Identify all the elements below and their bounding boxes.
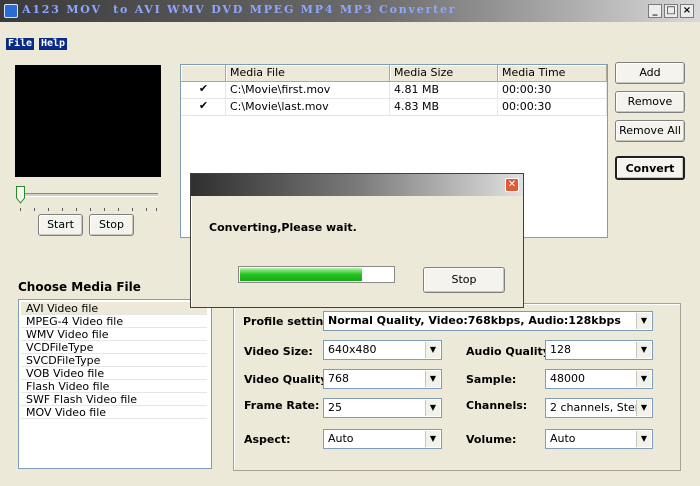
- list-item-avi[interactable]: AVI Video file: [21, 302, 207, 315]
- cell-file: C:\Movie\first.mov: [226, 82, 390, 98]
- chevron-down-icon[interactable]: ▼: [425, 342, 440, 358]
- remove-all-button[interactable]: Remove All: [615, 120, 685, 142]
- volume-label: Volume:: [466, 433, 517, 446]
- list-item-vob[interactable]: VOB Video file: [21, 367, 207, 380]
- slider-tick: [20, 208, 21, 211]
- column-header-size[interactable]: Media Size: [390, 65, 498, 82]
- list-item-flash[interactable]: Flash Video file: [21, 380, 207, 393]
- progress-fill: [240, 268, 362, 281]
- slider-tick: [156, 208, 157, 211]
- aspect-select[interactable]: Auto ▼: [323, 429, 442, 449]
- sample-value: 48000: [550, 372, 585, 385]
- video-quality-value: 768: [328, 372, 349, 385]
- channels-select[interactable]: 2 channels, Ster ▼: [545, 398, 653, 418]
- app-icon: [4, 4, 18, 18]
- close-icon[interactable]: ✕: [505, 178, 519, 192]
- cell-size: 4.83 MB: [390, 99, 498, 115]
- choose-media-label: Choose Media File: [18, 280, 141, 294]
- sample-label: Sample:: [466, 373, 517, 386]
- slider-tick: [132, 208, 133, 211]
- channels-value: 2 channels, Ster: [550, 401, 638, 414]
- slider-tick: [48, 208, 49, 211]
- profile-select[interactable]: Normal Quality, Video:768kbps, Audio:128…: [323, 311, 653, 331]
- row-checkbox[interactable]: ✔: [197, 100, 210, 113]
- row-checkbox[interactable]: ✔: [197, 83, 210, 96]
- video-quality-select[interactable]: 768 ▼: [323, 369, 442, 389]
- audio-quality-label: Audio Quality:: [466, 345, 555, 358]
- audio-quality-select[interactable]: 128 ▼: [545, 340, 653, 360]
- cell-time: 00:00:30: [498, 99, 607, 115]
- sample-select[interactable]: 48000 ▼: [545, 369, 653, 389]
- seek-slider-track[interactable]: [18, 193, 158, 197]
- seek-slider-thumb[interactable]: [16, 186, 25, 204]
- row-check-cell: ✔: [181, 99, 226, 115]
- add-button[interactable]: Add: [615, 62, 685, 84]
- chevron-down-icon[interactable]: ▼: [636, 313, 651, 329]
- video-size-label: Video Size:: [244, 345, 313, 358]
- window-title: A123 MOV to AVI WMV DVD MPEG MP4 MP3 Con…: [22, 3, 457, 16]
- dialog-message: Converting,Please wait.: [209, 221, 357, 234]
- column-header-file[interactable]: Media File: [226, 65, 390, 82]
- cell-time: 00:00:30: [498, 82, 607, 98]
- table-row[interactable]: ✔ C:\Movie\first.mov 4.81 MB 00:00:30: [181, 82, 607, 99]
- slider-tick: [118, 208, 119, 211]
- close-button[interactable]: ×: [680, 4, 694, 18]
- media-type-list[interactable]: AVI Video file MPEG-4 Video file WMV Vid…: [18, 299, 212, 469]
- table-row[interactable]: ✔ C:\Movie\last.mov 4.83 MB 00:00:30: [181, 99, 607, 116]
- list-item-vcd[interactable]: VCDFileType: [21, 341, 207, 354]
- column-header-time[interactable]: Media Time: [498, 65, 607, 82]
- list-item-mov[interactable]: MOV Video file: [21, 406, 207, 419]
- start-button[interactable]: Start: [38, 214, 83, 236]
- convert-button[interactable]: Convert: [615, 156, 685, 180]
- aspect-label: Aspect:: [244, 433, 291, 446]
- chevron-down-icon[interactable]: ▼: [636, 371, 651, 387]
- video-size-select[interactable]: 640x480 ▼: [323, 340, 442, 360]
- list-item-svcd[interactable]: SVCDFileType: [21, 354, 207, 367]
- chevron-down-icon[interactable]: ▼: [636, 431, 651, 447]
- menu-help[interactable]: Help: [39, 38, 68, 50]
- slider-tick: [76, 208, 77, 211]
- slider-tick: [34, 208, 35, 211]
- stop-preview-button[interactable]: Stop: [89, 214, 134, 236]
- chevron-down-icon[interactable]: ▼: [636, 400, 651, 416]
- list-item-mpeg4[interactable]: MPEG-4 Video file: [21, 315, 207, 328]
- slider-tick: [104, 208, 105, 211]
- profile-label: Profile setting:: [243, 315, 336, 328]
- slider-tick: [90, 208, 91, 211]
- cell-file: C:\Movie\last.mov: [226, 99, 390, 115]
- list-item-swf[interactable]: SWF Flash Video file: [21, 393, 207, 406]
- list-item-wmv[interactable]: WMV Video file: [21, 328, 207, 341]
- progress-bar: [238, 266, 395, 283]
- frame-rate-select[interactable]: 25 ▼: [323, 398, 442, 418]
- row-check-cell: ✔: [181, 82, 226, 98]
- frame-rate-value: 25: [328, 401, 342, 414]
- minimize-button[interactable]: _: [648, 4, 662, 18]
- slider-tick: [146, 208, 147, 211]
- menu-file[interactable]: File: [6, 38, 35, 50]
- frame-rate-label: Frame Rate:: [244, 399, 320, 412]
- video-quality-label: Video Quality:: [244, 373, 332, 386]
- menu-bar: [0, 36, 700, 52]
- remove-button[interactable]: Remove: [615, 91, 685, 113]
- video-preview: [15, 65, 161, 177]
- volume-select[interactable]: Auto ▼: [545, 429, 653, 449]
- channels-label: Channels:: [466, 399, 528, 412]
- video-size-value: 640x480: [328, 343, 377, 356]
- volume-value: Auto: [550, 432, 576, 445]
- aspect-value: Auto: [328, 432, 354, 445]
- progress-dialog: ✕ Converting,Please wait. Stop: [190, 173, 524, 308]
- cell-size: 4.81 MB: [390, 82, 498, 98]
- audio-quality-value: 128: [550, 343, 571, 356]
- column-header-check[interactable]: [181, 65, 226, 82]
- dialog-title-bar[interactable]: [191, 174, 523, 196]
- chevron-down-icon[interactable]: ▼: [425, 400, 440, 416]
- slider-tick: [62, 208, 63, 211]
- dialog-stop-button[interactable]: Stop: [423, 267, 505, 293]
- chevron-down-icon[interactable]: ▼: [636, 342, 651, 358]
- chevron-down-icon[interactable]: ▼: [425, 371, 440, 387]
- maximize-button[interactable]: □: [664, 4, 678, 18]
- profile-value: Normal Quality, Video:768kbps, Audio:128…: [328, 314, 621, 327]
- chevron-down-icon[interactable]: ▼: [425, 431, 440, 447]
